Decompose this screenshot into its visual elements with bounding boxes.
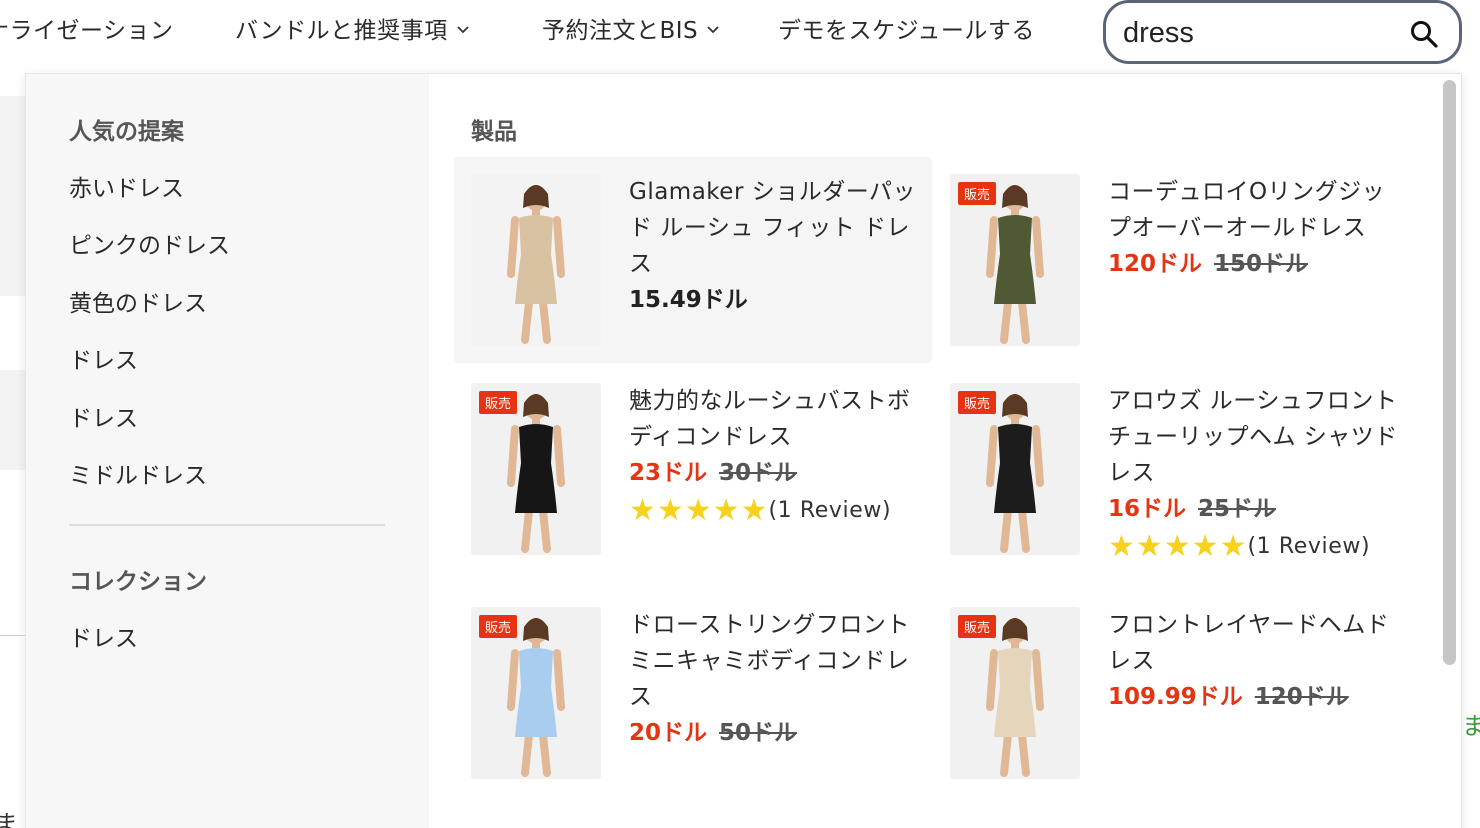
dress-shape <box>994 424 1036 513</box>
top-navigation: ナライゼーション バンドルと推奨事項 予約注文とBIS デモをスケジュールする <box>0 0 1480 64</box>
background-divider <box>0 635 25 636</box>
nav-item-label: 予約注文とBIS <box>542 18 699 44</box>
search-suggestions-dropdown: 人気の提案 赤いドレス ピンクのドレス 黄色のドレス ドレス ドレス ミドルドレ… <box>25 73 1462 828</box>
dress-shape <box>994 648 1036 737</box>
product-card[interactable]: 販売 コーデュロイOリングジップオーバーオールドレス 120ドル 150ドル <box>933 157 1411 363</box>
products-title: 製品 <box>471 119 517 145</box>
compare-price: 120ドル <box>1254 684 1349 710</box>
product-name: アロウズ ルーシュフロント チューリップヘム シャツドレス <box>1108 388 1398 486</box>
product-price: 23ドル <box>629 460 708 486</box>
chevron-down-icon <box>707 26 719 34</box>
product-card[interactable]: 販売 ドローストリングフロントミニキャミボディコンドレス 20ドル 50ドル <box>454 590 932 800</box>
product-image: 販売 <box>471 383 601 555</box>
nav-item-label: バンドルと推奨事項 <box>235 18 448 44</box>
background-text: ま <box>1462 712 1480 740</box>
products-column: 製品 Glamaker ショルダーパッド ルーシュ フィット ドレス 15.49… <box>429 74 1439 828</box>
product-image: 販売 <box>950 383 1080 555</box>
product-name: Glamaker ショルダーパッド ルーシュ フィット ドレス <box>629 179 916 277</box>
compare-price: 150ドル <box>1214 251 1309 277</box>
search-icon[interactable] <box>1409 19 1439 49</box>
product-price: 16ドル <box>1108 496 1187 522</box>
product-price: 109.99ドル <box>1108 684 1243 710</box>
nav-item-preorder[interactable]: 予約注文とBIS <box>542 11 720 45</box>
collection-item[interactable]: ドレス <box>69 619 138 653</box>
suggestions-column: 人気の提案 赤いドレス ピンクのドレス 黄色のドレス ドレス ドレス ミドルドレ… <box>26 74 429 828</box>
background-text: ま <box>0 810 18 828</box>
star-rating: ★★★★★ <box>629 493 769 528</box>
sale-badge: 販売 <box>479 615 518 638</box>
compare-price: 30ドル <box>719 460 798 486</box>
popular-suggestions-title: 人気の提案 <box>69 119 184 145</box>
product-image <box>471 174 601 346</box>
product-price: 20ドル <box>629 720 708 746</box>
review-count: (1 Review) <box>768 498 892 523</box>
dress-shape <box>515 648 557 737</box>
nav-item-personalization[interactable]: ナライゼーション <box>0 11 174 45</box>
product-card[interactable]: Glamaker ショルダーパッド ルーシュ フィット ドレス 15.49ドル <box>454 157 932 363</box>
nav-item-label: デモをスケジュールする <box>778 18 1035 44</box>
suggestion-item[interactable]: 黄色のドレス <box>69 284 207 318</box>
dress-shape <box>515 215 557 304</box>
product-price: 15.49ドル <box>629 287 748 313</box>
compare-price: 25ドル <box>1198 496 1277 522</box>
product-image: 販売 <box>950 607 1080 779</box>
nav-item-bundles[interactable]: バンドルと推奨事項 <box>235 11 470 45</box>
product-price: 120ドル <box>1108 251 1203 277</box>
product-image: 販売 <box>471 607 601 779</box>
compare-price: 50ドル <box>719 720 798 746</box>
section-divider <box>69 524 385 526</box>
nav-item-label: ナライゼーション <box>0 18 174 44</box>
sale-badge: 販売 <box>479 391 518 414</box>
dropdown-scrollbar[interactable] <box>1443 80 1456 665</box>
nav-item-schedule-demo[interactable]: デモをスケジュールする <box>778 11 1035 45</box>
sale-badge: 販売 <box>958 182 997 205</box>
product-card[interactable]: 販売 魅力的なルーシュバストボディコンドレス 23ドル 30ドル ★★★★★(1 … <box>454 366 932 576</box>
sale-badge: 販売 <box>958 615 997 638</box>
product-name: ドローストリングフロントミニキャミボディコンドレス <box>629 612 910 710</box>
product-name: 魅力的なルーシュバストボディコンドレス <box>629 388 911 450</box>
suggestion-item[interactable]: ミドルドレス <box>69 456 207 490</box>
suggestion-item[interactable]: ピンクのドレス <box>69 226 230 260</box>
suggestion-item[interactable]: 赤いドレス <box>69 169 184 203</box>
search-input[interactable] <box>1123 13 1403 53</box>
product-name: コーデュロイOリングジップオーバーオールドレス <box>1108 179 1386 241</box>
product-card[interactable]: 販売 アロウズ ルーシュフロント チューリップヘム シャツドレス 16ドル 25ド… <box>933 366 1411 576</box>
product-card[interactable]: 販売 フロントレイヤードヘムドレス 109.99ドル 120ドル <box>933 590 1411 800</box>
background-panel <box>0 370 25 470</box>
search-box <box>1103 0 1462 64</box>
background-panel <box>0 96 25 296</box>
chevron-down-icon <box>457 26 469 34</box>
product-image: 販売 <box>950 174 1080 346</box>
dress-shape <box>994 215 1036 304</box>
review-count: (1 Review) <box>1247 534 1371 559</box>
sale-badge: 販売 <box>958 391 997 414</box>
star-rating: ★★★★★ <box>1108 529 1248 564</box>
dress-shape <box>515 424 557 513</box>
product-name: フロントレイヤードヘムドレス <box>1108 612 1390 674</box>
suggestion-item[interactable]: ドレス <box>69 341 138 375</box>
collections-title: コレクション <box>69 569 207 595</box>
suggestion-item[interactable]: ドレス <box>69 399 138 433</box>
